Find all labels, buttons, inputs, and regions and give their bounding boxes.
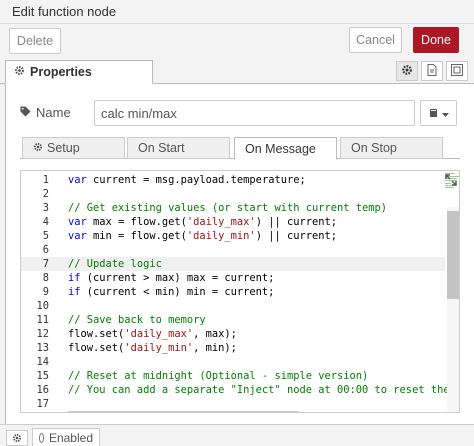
code-line[interactable]: 14	[21, 355, 445, 369]
editor-scroll-thumb[interactable]	[447, 211, 459, 299]
subtab-setup[interactable]: Setup	[22, 137, 125, 159]
name-options-dropdown[interactable]	[420, 100, 457, 126]
tab-description-button[interactable]	[421, 61, 443, 81]
code-line[interactable]: 12 flow.set('daily_max', max);	[21, 327, 445, 341]
dialog-toolbar: Delete Cancel Done	[0, 24, 474, 60]
subtab-label: On Message	[245, 141, 316, 156]
code-text: if (current < min) min = current;	[68, 286, 275, 298]
enabled-label: Enabled	[48, 430, 93, 445]
line-number: 15	[36, 370, 49, 382]
code-line[interactable]: 18 msg.payload = { max: max, min: min };	[21, 411, 445, 412]
tab-settings-button[interactable]	[396, 61, 418, 81]
gear-icon	[33, 141, 43, 155]
code-line[interactable]: 1 var current = msg.payload.temperature;	[21, 173, 445, 187]
appearance-icon	[451, 63, 463, 79]
code-text: var current = msg.payload.temperature;	[68, 174, 306, 186]
book-icon	[429, 106, 439, 121]
subtab-label: Setup	[47, 141, 80, 155]
tab-appearance-button[interactable]	[446, 61, 468, 81]
code-line[interactable]: 7 // Update logic	[21, 257, 445, 271]
code-line[interactable]: 17	[21, 397, 445, 411]
line-number: 16	[36, 384, 49, 396]
line-number: 14	[36, 356, 49, 368]
code-line[interactable]: 16 // You can add a separate "Inject" nod…	[21, 383, 459, 397]
cancel-button[interactable]: Cancel	[349, 27, 402, 53]
line-number: 18	[21, 411, 49, 412]
code-line[interactable]: 11 // Save back to memory	[21, 313, 445, 327]
name-label: Name	[36, 105, 71, 120]
code-text: if (current > max) max = current;	[68, 272, 275, 284]
code-text: // Save back to memory	[68, 314, 206, 326]
name-row: Name	[20, 100, 460, 126]
line-number: 5	[42, 230, 49, 242]
code-text: // Reset at midnight (Optional - simple …	[68, 370, 369, 382]
subtab-label: On Start	[138, 141, 185, 155]
code-line[interactable]: 10	[21, 299, 445, 313]
line-number: 3	[42, 202, 49, 214]
code-text: // You can add a separate "Inject" node …	[68, 384, 460, 396]
code-line[interactable]: 2	[21, 187, 445, 201]
gear-icon	[401, 64, 413, 79]
code-text: flow.set('daily_max', max);	[68, 328, 237, 340]
line-number: 1	[42, 174, 49, 186]
line-number: 11	[36, 314, 49, 326]
document-icon	[427, 63, 437, 79]
subtab-on-stop[interactable]: On Stop	[340, 137, 443, 159]
code-line[interactable]: 4 var max = flow.get('daily_max') || curr…	[21, 215, 445, 229]
main-tabbar: Properties	[0, 60, 474, 84]
line-number: 17	[36, 398, 49, 410]
code-line[interactable]: 13 flow.set('daily_min', min);	[21, 341, 445, 355]
gear-icon	[14, 65, 25, 79]
tag-icon	[20, 105, 31, 120]
code-text: flow.set('daily_min', min);	[68, 342, 237, 354]
subtab-on-message[interactable]: On Message	[234, 137, 337, 160]
code-line[interactable]: 6	[21, 243, 445, 257]
code-text: // Get existing values (or start with cu…	[68, 202, 388, 214]
code-text: var min = flow.get('daily_min') || curre…	[68, 230, 338, 242]
name-label-wrap: Name	[20, 105, 71, 120]
dialog-title: Edit function node	[0, 0, 474, 24]
code-line[interactable]: 9 if (current < min) min = current;	[21, 285, 445, 299]
gear-icon	[12, 431, 22, 446]
tab-properties-label: Properties	[30, 65, 92, 79]
done-button[interactable]: Done	[413, 27, 459, 53]
line-number: 2	[42, 188, 49, 200]
enabled-toggle[interactable]: Enabled	[32, 428, 100, 446]
code-text: msg.payload = { max: max, min: min };	[68, 411, 300, 412]
function-subtabs: Setup On Start On Message On Stop	[20, 137, 460, 160]
code-line[interactable]: 15 // Reset at midnight (Optional - simpl…	[21, 369, 445, 383]
line-number: 13	[36, 342, 49, 354]
name-input[interactable]	[94, 100, 415, 126]
code-text: // Update logic	[68, 258, 162, 270]
line-number: 8	[42, 272, 49, 284]
code-editor[interactable]: 1 var current = msg.payload.temperature; 2…	[20, 170, 460, 413]
line-number: 9	[42, 286, 49, 298]
code-line[interactable]: 5 var min = flow.get('daily_min') || curr…	[21, 229, 445, 243]
subtab-label: On Stop	[351, 141, 397, 155]
line-number: 4	[42, 216, 49, 228]
node-settings-button[interactable]	[6, 430, 28, 446]
subtab-on-start[interactable]: On Start	[127, 137, 230, 159]
code-text: var max = flow.get('daily_max') || curre…	[68, 216, 338, 228]
expand-icon[interactable]	[445, 174, 457, 186]
line-number: 10	[36, 300, 49, 312]
code-line[interactable]: 8 if (current > max) max = current;	[21, 271, 445, 285]
dialog-footer: Enabled	[0, 424, 474, 446]
line-number: 12	[36, 328, 49, 340]
radio-icon	[39, 432, 44, 443]
tab-properties[interactable]: Properties	[5, 60, 153, 84]
line-number: 7	[42, 258, 49, 270]
code-line[interactable]: 3 // Get existing values (or start with c…	[21, 201, 445, 215]
caret-down-icon	[441, 106, 449, 121]
delete-button[interactable]: Delete	[9, 28, 61, 54]
line-number: 6	[42, 244, 49, 256]
